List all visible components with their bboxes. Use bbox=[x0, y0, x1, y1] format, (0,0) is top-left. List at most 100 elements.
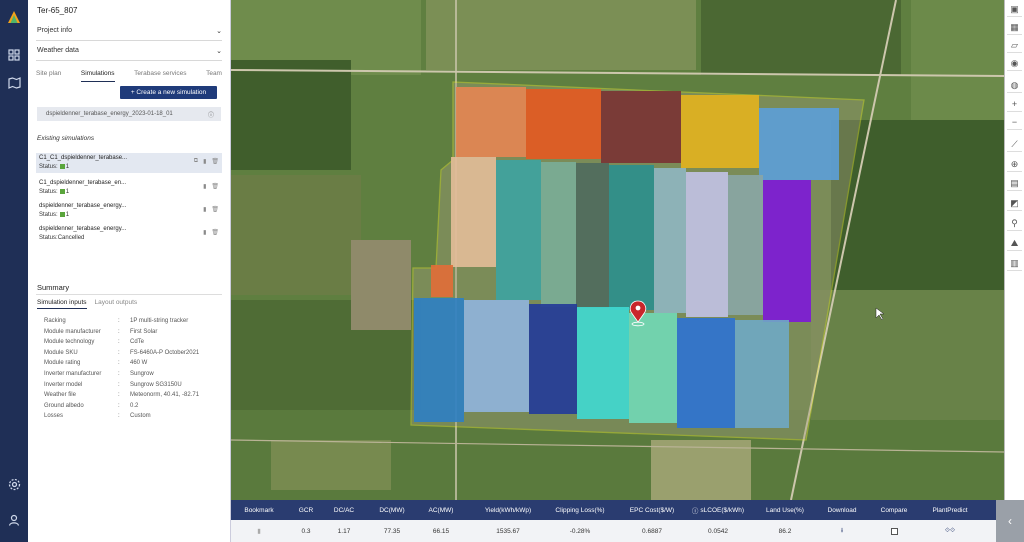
col-clipping-loss: Clipping Loss(%) bbox=[555, 506, 605, 514]
simulation-status: Status: 1 bbox=[39, 212, 70, 219]
existing-simulations-heading: Existing simulations bbox=[37, 135, 95, 142]
copy-icon[interactable]: ⧉ bbox=[194, 158, 198, 165]
property-row: Inverter model: Sungrow SG3150U bbox=[44, 381, 182, 388]
value-land-use: 86.2 bbox=[778, 527, 792, 535]
legend-icon[interactable]: ▥ bbox=[1007, 256, 1022, 271]
bookmark-icon[interactable]: ▮ bbox=[203, 158, 206, 165]
chevron-left-icon[interactable]: ‹ bbox=[996, 500, 1024, 542]
accordion-project-info[interactable]: Project info ⌄ bbox=[36, 21, 222, 41]
tab-bar: Site plan Simulations Terabase services … bbox=[36, 70, 222, 82]
tab-terabase-services[interactable]: Terabase services bbox=[134, 70, 186, 82]
property-row: Module technology: CdTe bbox=[44, 339, 145, 346]
status-success-icon bbox=[59, 212, 65, 217]
map-toolbar: ▣ ▦ ▱ ◉ ◍ + − ⟋ ⊕ ▤ ◩ ⚲ ⛰ ▥ bbox=[1004, 0, 1024, 500]
globe-icon[interactable]: ◍ bbox=[1007, 78, 1022, 93]
chevron-down-icon: ⌄ bbox=[216, 27, 222, 35]
accordion-weather-data[interactable]: Weather data ⌄ bbox=[36, 41, 222, 61]
layers-icon[interactable]: ▣ bbox=[1007, 2, 1022, 17]
zoom-in-icon[interactable]: + bbox=[1007, 97, 1022, 112]
simulation-item[interactable]: C1_C1_dspieldenner_terabase... Status: 1 … bbox=[36, 153, 222, 173]
simulation-item[interactable]: C1_dspieldenner_terabase_en... Status: 1 … bbox=[36, 178, 222, 198]
selected-base-simulation[interactable]: dspieldenner_terabase_energy_2023-01-18_… bbox=[37, 107, 221, 121]
measure-icon[interactable]: ⟋ bbox=[1007, 137, 1022, 152]
value-yield: 1535.67 bbox=[496, 527, 520, 535]
tab-simulation-inputs[interactable]: Simulation inputs bbox=[37, 299, 87, 309]
status-success-icon bbox=[59, 164, 65, 169]
trash-icon[interactable]: 🗑 bbox=[211, 206, 219, 213]
results-row: ▮ 0.3 1.17 77.35 66.15 1535.67 -0.28% 0.… bbox=[231, 520, 1004, 542]
project-panel: Ter-65_807 Project info ⌄ Weather data ⌄… bbox=[28, 0, 231, 542]
pin-icon[interactable]: ⚲ bbox=[1007, 216, 1022, 231]
info-icon: ⓘ bbox=[691, 508, 699, 515]
property-row: Losses: Custom bbox=[44, 413, 151, 420]
trash-icon[interactable]: 🗑 bbox=[211, 158, 219, 165]
compass-icon[interactable]: ◉ bbox=[1007, 56, 1022, 71]
map-icon[interactable] bbox=[6, 75, 22, 91]
bookmark-icon[interactable]: ▮ bbox=[203, 183, 206, 190]
map-canvas[interactable] bbox=[231, 0, 1004, 500]
tab-simulations[interactable]: Simulations bbox=[80, 70, 115, 82]
simulation-name: C1_C1_dspieldenner_terabase... bbox=[39, 155, 128, 161]
satellite-map[interactable] bbox=[231, 0, 1004, 500]
bookmark-icon[interactable]: ▮ bbox=[203, 229, 206, 236]
selected-base-name: dspieldenner_terabase_energy_2023-01-18_… bbox=[46, 111, 173, 117]
property-row: Weather file: Meteonorm, 40.41, -82.71 bbox=[44, 392, 200, 399]
value-dc-mw: 77.35 bbox=[383, 527, 401, 535]
value-ac-mw: 66.15 bbox=[432, 527, 450, 535]
grid-icon[interactable] bbox=[6, 47, 22, 63]
nav-rail bbox=[0, 0, 28, 542]
value-epc-cost: 0.6887 bbox=[642, 527, 662, 535]
col-compare: Compare bbox=[880, 506, 908, 514]
property-row: Module manufacturer: First Solar bbox=[44, 328, 158, 335]
simulation-name: dspieldenner_terabase_energy... bbox=[39, 203, 127, 209]
compare-checkbox[interactable] bbox=[871, 520, 917, 542]
simulation-item[interactable]: dspieldenner_terabase_energy... Status:C… bbox=[36, 224, 222, 244]
tab-team[interactable]: Team bbox=[206, 70, 222, 82]
world-icon[interactable]: ⊕ bbox=[1007, 157, 1022, 172]
boundary-icon[interactable]: ◩ bbox=[1007, 196, 1022, 211]
col-land-use: Land Use(%) bbox=[766, 506, 804, 514]
draw-icon[interactable]: ▱ bbox=[1007, 38, 1022, 53]
accordion-label: Project info bbox=[37, 27, 73, 34]
accordion-label: Weather data bbox=[37, 47, 79, 54]
download-icon[interactable]: ⭳ bbox=[819, 520, 865, 542]
tab-site-plan[interactable]: Site plan bbox=[36, 70, 61, 82]
divider bbox=[36, 294, 222, 295]
col-dc-mw: DC(MW) bbox=[379, 506, 405, 514]
bookmark-icon[interactable]: ▮ bbox=[203, 206, 206, 213]
summary-heading: Summary bbox=[37, 283, 70, 292]
status-success-icon bbox=[59, 189, 65, 194]
project-title: Ter-65_807 bbox=[37, 6, 78, 15]
property-row: Ground albedo:0.2 bbox=[44, 402, 139, 409]
plantpredict-icon[interactable]: ⟐⟐ bbox=[925, 520, 975, 542]
results-bar: Bookmark GCR DC/AC DC(MW) AC(MW) Yield(k… bbox=[231, 500, 1004, 542]
user-icon[interactable] bbox=[6, 512, 22, 528]
col-plantpredict: PlantPredict bbox=[932, 506, 968, 514]
simulation-status: Status: 1 bbox=[39, 164, 70, 171]
results-header-row: Bookmark GCR DC/AC DC(MW) AC(MW) Yield(k… bbox=[231, 500, 1004, 520]
create-simulation-button[interactable]: + Create a new simulation bbox=[120, 86, 217, 99]
chevron-down-icon: ⌄ bbox=[216, 47, 222, 55]
trash-icon[interactable]: 🗑 bbox=[211, 183, 219, 190]
property-row: Module SKU: FS-6460A-P October2021 bbox=[44, 349, 200, 356]
info-icon[interactable]: ⓘ bbox=[208, 110, 214, 119]
zoom-out-icon[interactable]: − bbox=[1007, 115, 1022, 130]
trash-icon[interactable]: 🗑 bbox=[211, 229, 219, 236]
tab-layout-outputs[interactable]: Layout outputs bbox=[95, 299, 138, 309]
col-slcoe: ⓘ sLCOE($/kWh) bbox=[691, 506, 745, 516]
simulation-item[interactable]: dspieldenner_terabase_energy... Status: 1… bbox=[36, 201, 222, 221]
logo-icon[interactable] bbox=[6, 9, 22, 25]
simulation-status: Status:Cancelled bbox=[39, 235, 85, 241]
value-clipping-loss: -0.28% bbox=[569, 527, 591, 535]
bookmark-icon[interactable]: ▮ bbox=[231, 520, 287, 542]
summary-tabs: Simulation inputs Layout outputs bbox=[37, 299, 137, 309]
terrain-icon[interactable]: ⛰ bbox=[1007, 236, 1022, 251]
property-row: Inverter manufacturer: Sungrow bbox=[44, 370, 154, 377]
kml-icon[interactable]: ▤ bbox=[1007, 176, 1022, 191]
satellite-icon[interactable]: ▦ bbox=[1007, 20, 1022, 35]
settings-icon[interactable] bbox=[6, 476, 22, 492]
property-row: Module rating:460 W bbox=[44, 360, 148, 367]
value-gcr: 0.3 bbox=[301, 527, 311, 535]
value-slcoe: 0.0542 bbox=[708, 527, 728, 535]
col-dcac: DC/AC bbox=[333, 506, 355, 514]
